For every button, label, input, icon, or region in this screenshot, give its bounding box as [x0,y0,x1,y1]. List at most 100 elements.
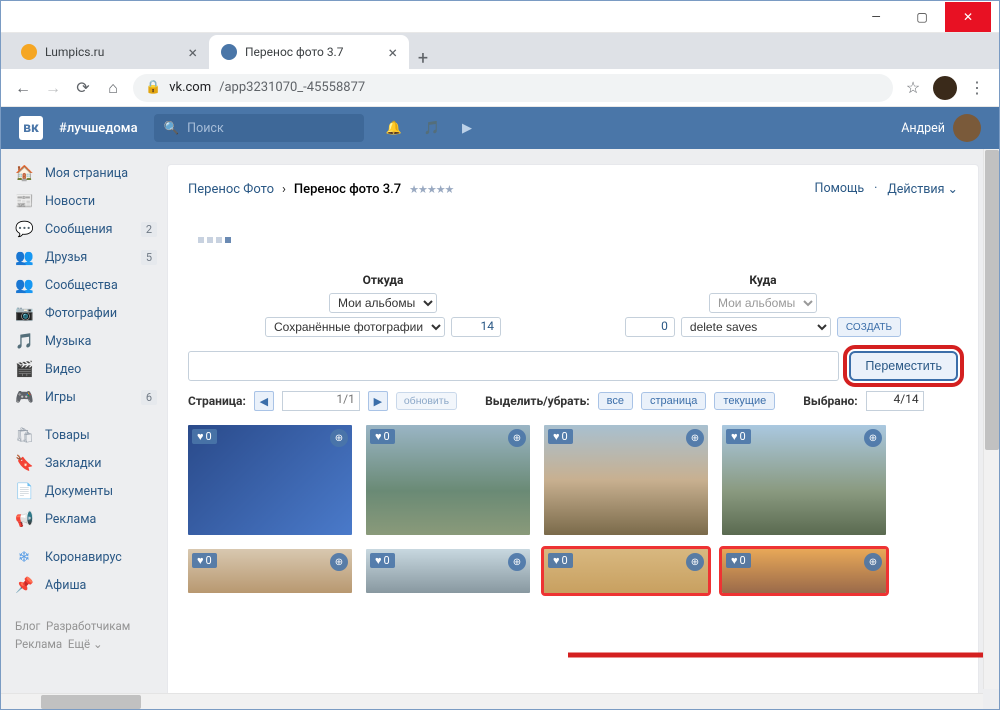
breadcrumb-root[interactable]: Перенос Фото [188,182,274,197]
profile-avatar[interactable] [933,76,957,100]
sidebar-badge: 5 [141,250,157,265]
zoom-icon[interactable]: ⊕ [864,429,882,447]
sidebar-item-photos[interactable]: 📷Фотографии [1,299,167,327]
select-label: Выделить/убрать: [485,394,590,408]
like-badge[interactable]: ♥0 [548,429,573,444]
window-close[interactable]: ✕ [945,2,991,32]
sidebar-item-games[interactable]: 🎮Игры6 [1,383,167,411]
zoom-icon[interactable]: ⊕ [686,429,704,447]
sidebar-item-communities[interactable]: 👥Сообщества [1,271,167,299]
photo-thumbnail[interactable]: ♥0 ⊕ [366,549,530,593]
bookmark-icon: 🔖 [15,454,33,472]
nav-forward-icon[interactable]: → [43,78,63,98]
sidebar-item-events[interactable]: 📌Афиша [1,571,167,599]
window-minimize[interactable]: — [853,2,899,32]
like-badge[interactable]: ♥0 [370,429,395,444]
footer-blog[interactable]: Блог [15,619,40,633]
actions-dropdown[interactable]: Действия ⌄ [887,181,958,197]
sidebar-item-documents[interactable]: 📄Документы [1,477,167,505]
sidebar-label: Документы [45,484,113,499]
page-prev-button[interactable]: ◀ [254,391,274,411]
url-field[interactable]: 🔒 vk.com/app3231070_-45558877 [133,74,893,102]
photo-thumbnail[interactable]: ♥0 ⊕ [188,549,352,593]
nav-back-icon[interactable]: ← [13,78,33,98]
vk-search[interactable]: 🔍 Поиск [154,114,364,142]
sidebar-label: Реклама [45,512,96,527]
tab-close-icon[interactable]: × [188,43,197,62]
tab-close-icon[interactable]: × [388,43,397,62]
sidebar-item-my-page[interactable]: 🏠Моя страница [1,159,167,187]
photo-thumbnail[interactable]: ♥0 ⊕ [722,425,886,535]
like-badge[interactable]: ♥0 [192,553,217,568]
to-album-select[interactable]: delete saves [681,317,831,337]
footer-devs[interactable]: Разработчикам [46,619,130,633]
sidebar-item-market[interactable]: 🛍Товары [1,421,167,449]
breadcrumb-sep: › [282,182,286,197]
select-all-button[interactable]: все [598,392,633,410]
browser-tab-active[interactable]: Перенос фото 3.7 × [209,35,409,69]
vk-user-menu[interactable]: Андрей [901,114,981,142]
browser-menu-icon[interactable]: ⋮ [967,78,987,98]
sidebar-item-messages[interactable]: 💬Сообщения2 [1,215,167,243]
footer-ads[interactable]: Реклама [15,637,62,651]
like-badge[interactable]: ♥0 [370,553,395,568]
nav-reload-icon[interactable]: ⟳ [73,78,93,98]
notifications-icon[interactable]: 🔔 [386,121,402,136]
footer-more[interactable]: Ещё ⌄ [68,637,103,651]
scrollbar-horizontal[interactable] [1,693,983,709]
tab-title: Lumpics.ru [45,45,104,59]
refresh-button[interactable]: обновить [396,392,457,410]
progress-field [188,351,839,381]
like-badge[interactable]: ♥0 [548,553,573,568]
help-link[interactable]: Помощь [815,181,865,197]
page-next-button[interactable]: ▶ [368,391,388,411]
like-badge[interactable]: ♥0 [726,553,751,568]
zoom-icon[interactable]: ⊕ [864,553,882,571]
vk-logo[interactable]: вк [19,116,43,140]
lock-icon: 🔒 [145,80,161,95]
scrollbar-vertical[interactable] [983,149,999,689]
nav-home-icon[interactable]: ⌂ [103,78,123,98]
photo-thumbnail[interactable]: ♥0 ⊕ [544,425,708,535]
sidebar-item-news[interactable]: 📰Новости [1,187,167,215]
rating-stars[interactable]: ★★★★★ [409,183,453,196]
bookmark-star-icon[interactable]: ☆ [903,78,923,98]
like-badge[interactable]: ♥0 [726,429,751,444]
photo-thumbnail-selected[interactable]: ♥0 ⊕ [722,549,886,593]
sidebar-label: Товары [45,428,90,443]
browser-tab[interactable]: Lumpics.ru × [9,35,209,69]
sidebar-item-bookmarks[interactable]: 🔖Закладки [1,449,167,477]
zoom-icon[interactable]: ⊕ [508,553,526,571]
zoom-icon[interactable]: ⊕ [508,429,526,447]
new-tab-button[interactable]: + [409,48,437,69]
photo-thumbnail[interactable]: ♥0 ⊕ [366,425,530,535]
sidebar-item-ads[interactable]: 📢Реклама [1,505,167,533]
zoom-icon[interactable]: ⊕ [330,553,348,571]
from-album-select[interactable]: Сохранённые фотографии [265,317,445,337]
photo-thumbnail[interactable]: ♥0 ⊕ [188,425,352,535]
create-album-button[interactable]: создать [837,317,901,337]
window-maximize[interactable]: ▢ [899,2,945,32]
from-count: 14 [451,317,501,337]
sidebar-item-music[interactable]: 🎵Музыка [1,327,167,355]
vk-sidebar: 🏠Моя страница 📰Новости 💬Сообщения2 👥Друз… [1,149,167,709]
news-icon: 📰 [15,192,33,210]
select-current-button[interactable]: текущие [714,392,775,410]
select-page-button[interactable]: страница [641,392,706,410]
music-icon[interactable]: 🎵 [424,121,440,136]
app-main: Перенос Фото › Перенос фото 3.7 ★★★★★ По… [167,164,979,709]
tab-title: Перенос фото 3.7 [245,45,343,59]
vk-hashtag[interactable]: #лучшедома [59,121,138,136]
photo-thumbnail-selected[interactable]: ♥0 ⊕ [544,549,708,593]
sidebar-item-video[interactable]: 🎬Видео [1,355,167,383]
move-button[interactable]: Переместить [849,351,958,381]
from-owner-select[interactable]: Мои альбомы [329,293,437,313]
like-badge[interactable]: ♥0 [192,429,217,444]
zoom-icon[interactable]: ⊕ [330,429,348,447]
zoom-icon[interactable]: ⊕ [686,553,704,571]
sidebar-item-friends[interactable]: 👥Друзья5 [1,243,167,271]
sidebar-item-covid[interactable]: ❄Коронавирус [1,543,167,571]
games-icon: 🎮 [15,388,33,406]
player-icon[interactable]: ▶ [462,121,472,136]
to-owner-select[interactable]: Мои альбомы [709,293,817,313]
